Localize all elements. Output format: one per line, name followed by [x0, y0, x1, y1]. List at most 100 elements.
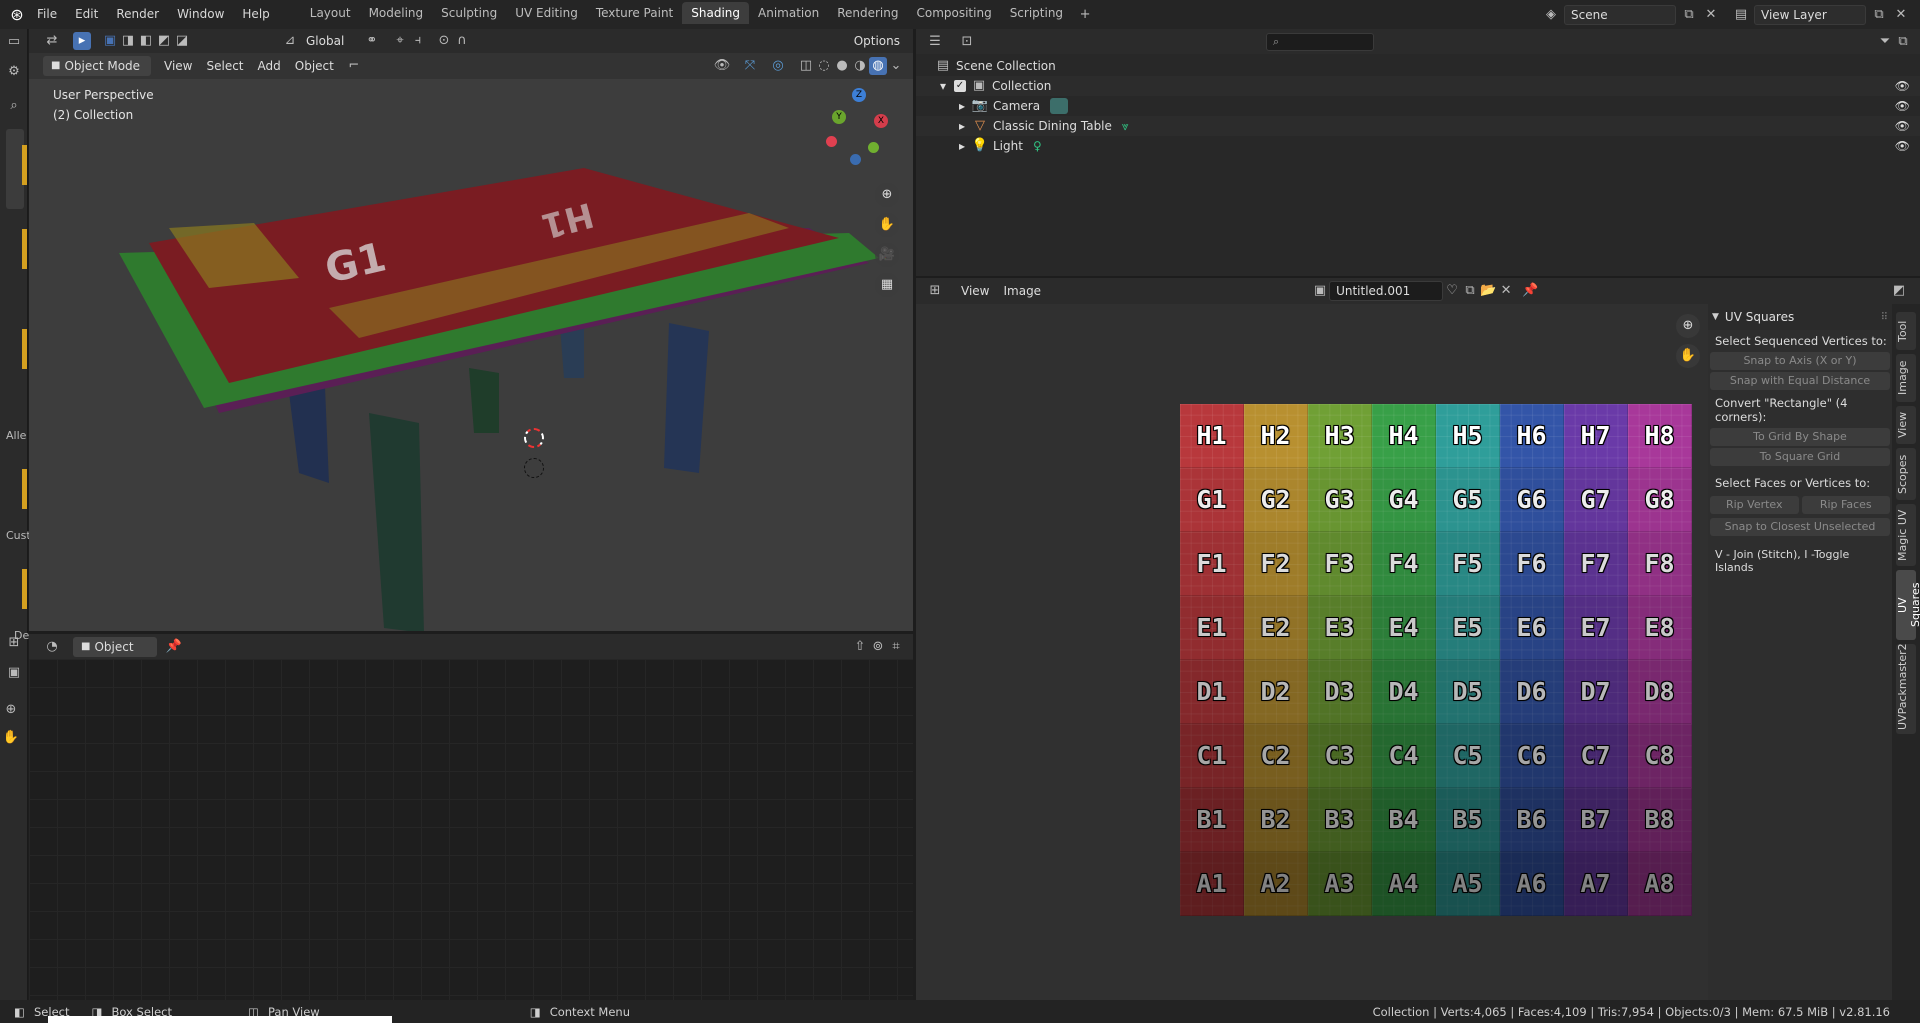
tool-dropdown-icon[interactable]: ⇄ [43, 32, 61, 50]
outliner-item-table[interactable]: ▸ ▽ Classic Dining Table ⩔ 👁 [916, 116, 1920, 136]
to-square-grid-button[interactable]: To Square Grid [1710, 448, 1890, 466]
shelf-item-5[interactable] [22, 569, 27, 609]
to-grid-by-shape-button[interactable]: To Grid By Shape [1710, 428, 1890, 446]
3d-viewport[interactable]: ■ Object Mode View Select Add Object ⌐ 👁 ⤧ … [29, 53, 913, 631]
expand-camera-icon[interactable]: ▸ [959, 96, 971, 116]
pan-hand-icon[interactable]: ✋ [2, 729, 20, 747]
image-icon[interactable]: ▣ [5, 664, 23, 682]
tab-uv-editing[interactable]: UV Editing [506, 2, 587, 24]
search-icon[interactable]: ⌕ [5, 97, 23, 115]
image-pan-icon[interactable]: ✋ [1676, 344, 1700, 368]
pan-view-icon[interactable]: ✋ [875, 213, 899, 237]
expand-table-icon[interactable]: ▸ [959, 116, 971, 136]
scene-icon[interactable]: ◈ [1542, 6, 1560, 24]
tab-magic-uv[interactable]: Magic UV [1896, 504, 1916, 566]
orientation-dropdown[interactable]: Global [299, 30, 363, 52]
gizmo-z-axis[interactable]: Z [852, 88, 866, 102]
camera-data-icon[interactable] [1050, 98, 1069, 114]
menu-file[interactable]: File [28, 0, 66, 29]
eye-icon[interactable]: 👁 [1895, 116, 1910, 136]
tab-uv-squares[interactable]: UV Squares [1896, 570, 1920, 640]
snap-target-icon[interactable]: ⫞ [409, 32, 427, 50]
select-subtract-mode-icon[interactable]: ◧ [137, 32, 155, 50]
image-menu-view[interactable]: View [954, 280, 996, 302]
parent-node-icon[interactable]: ⇧ [851, 638, 869, 656]
display-mode-icon[interactable]: ⊡ [958, 33, 976, 51]
select-intersect-mode-icon[interactable]: ◪ [173, 32, 191, 50]
3d-cursor[interactable] [524, 428, 544, 448]
node-tree-type-icon[interactable]: ◔ [43, 638, 61, 656]
rip-faces-button[interactable]: Rip Faces [1801, 496, 1890, 514]
select-extend-mode-icon[interactable]: ◨ [119, 32, 137, 50]
pin-image-icon[interactable]: 📌 [1521, 282, 1539, 300]
add-workspace-icon[interactable]: + [1076, 6, 1094, 24]
collection-checkbox[interactable]: ✓ [954, 80, 966, 92]
menu-help[interactable]: Help [233, 0, 278, 29]
node-editor-canvas[interactable] [29, 659, 913, 1000]
zoom-view-icon[interactable]: ⊕ [875, 183, 899, 207]
shelf-item-4[interactable] [22, 469, 27, 509]
proportional-edit-icon[interactable]: ⊙ [435, 32, 453, 50]
tab-texture-paint[interactable]: Texture Paint [587, 2, 682, 24]
gizmo-neg-z[interactable] [850, 154, 861, 165]
tab-shading[interactable]: Shading [682, 2, 749, 24]
tab-view[interactable]: View [1896, 406, 1916, 444]
browse-image-icon[interactable]: ▣ [1311, 282, 1329, 300]
image-name-field[interactable]: Untitled.001 [1329, 281, 1444, 301]
light-data-icon[interactable]: ♀ [1033, 136, 1042, 156]
new-scene-icon[interactable]: ⧉ [1680, 6, 1698, 24]
pin-icon[interactable]: 📌 [165, 638, 183, 656]
outliner-item-light[interactable]: ▸ 💡 Light ♀ 👁 [916, 136, 1920, 156]
shelf-item-1[interactable] [22, 145, 27, 185]
snap-icon[interactable]: ⌖ [391, 32, 409, 50]
shelf-item-3[interactable] [22, 329, 27, 369]
eye-icon[interactable]: 👁 [1895, 136, 1910, 156]
select-box-mode-icon[interactable]: ▣ [101, 32, 119, 50]
outliner-type-icon[interactable]: ☰ [926, 33, 944, 51]
tab-modeling[interactable]: Modeling [360, 2, 433, 24]
gizmo-neg-y[interactable] [868, 142, 879, 153]
editor-type-icon[interactable]: ▭ [5, 33, 23, 51]
tool-settings-icon[interactable]: ⚙ [5, 63, 23, 81]
view-layer-field[interactable]: View Layer [1754, 4, 1866, 25]
drag-handle-icon[interactable]: ⠿ [1881, 312, 1888, 323]
menu-edit[interactable]: Edit [66, 0, 107, 29]
rip-vertex-button[interactable]: Rip Vertex [1710, 496, 1799, 514]
eye-icon[interactable]: 👁 [1895, 76, 1910, 96]
outliner-collection[interactable]: ▾ ✓ ▣ Collection 👁 [916, 76, 1920, 96]
tab-image[interactable]: Image [1896, 354, 1916, 402]
camera-view-icon[interactable]: 🎥 [875, 243, 899, 267]
filter-icon[interactable]: ⏷ [1876, 33, 1894, 51]
light-object[interactable] [524, 458, 544, 478]
image-canvas[interactable]: ⊕ ✋ H1 H2 H3 H4 H5 H6 H7 H8 G1 G2 G3 G4 G5 G6 G7 G8 F1 F2… [916, 304, 1708, 1000]
scene-field[interactable]: Scene [1564, 4, 1676, 25]
gizmo-neg-x[interactable] [826, 136, 837, 147]
tab-layout[interactable]: Layout [301, 2, 360, 24]
view-layer-icon[interactable]: ▤ [1732, 6, 1750, 24]
menu-window[interactable]: Window [168, 0, 233, 29]
shelf-item-2[interactable] [22, 229, 27, 269]
image-zoom-icon[interactable]: ⊕ [1676, 314, 1700, 338]
image-editor-type-icon[interactable]: ⊞ [926, 282, 944, 300]
uv-squares-panel-header[interactable]: ▼ UV Squares ⠿ [1708, 304, 1892, 330]
tab-uvpackmaster2[interactable]: UVPackmaster2 [1896, 643, 1916, 734]
outliner-search-input[interactable]: ⌕ [1266, 32, 1374, 51]
display-channels-icon[interactable]: ◩ [1890, 282, 1908, 300]
new-collection-icon[interactable]: ⧉ [1894, 33, 1912, 51]
select-invert-mode-icon[interactable]: ◩ [155, 32, 173, 50]
gizmo-y-axis[interactable]: Y [832, 110, 846, 124]
fake-user-icon[interactable]: ♡ [1443, 282, 1461, 300]
tab-tool[interactable]: Tool [1896, 312, 1916, 350]
menu-render[interactable]: Render [107, 0, 168, 29]
options-dropdown[interactable]: Options [847, 30, 907, 52]
expand-light-icon[interactable]: ▸ [959, 136, 971, 156]
tab-scripting[interactable]: Scripting [1001, 2, 1072, 24]
eye-icon[interactable]: 👁 [1895, 96, 1910, 116]
tab-compositing[interactable]: Compositing [907, 2, 1000, 24]
snap-node-icon[interactable]: ⊚ [869, 638, 887, 656]
pivot-icon[interactable]: ⚭ [363, 32, 381, 50]
orientation-icon[interactable]: ⊿ [281, 32, 299, 50]
ortho-toggle-icon[interactable]: ▦ [875, 273, 899, 297]
tab-rendering[interactable]: Rendering [828, 2, 907, 24]
new-image-icon[interactable]: ⧉ [1461, 282, 1479, 300]
